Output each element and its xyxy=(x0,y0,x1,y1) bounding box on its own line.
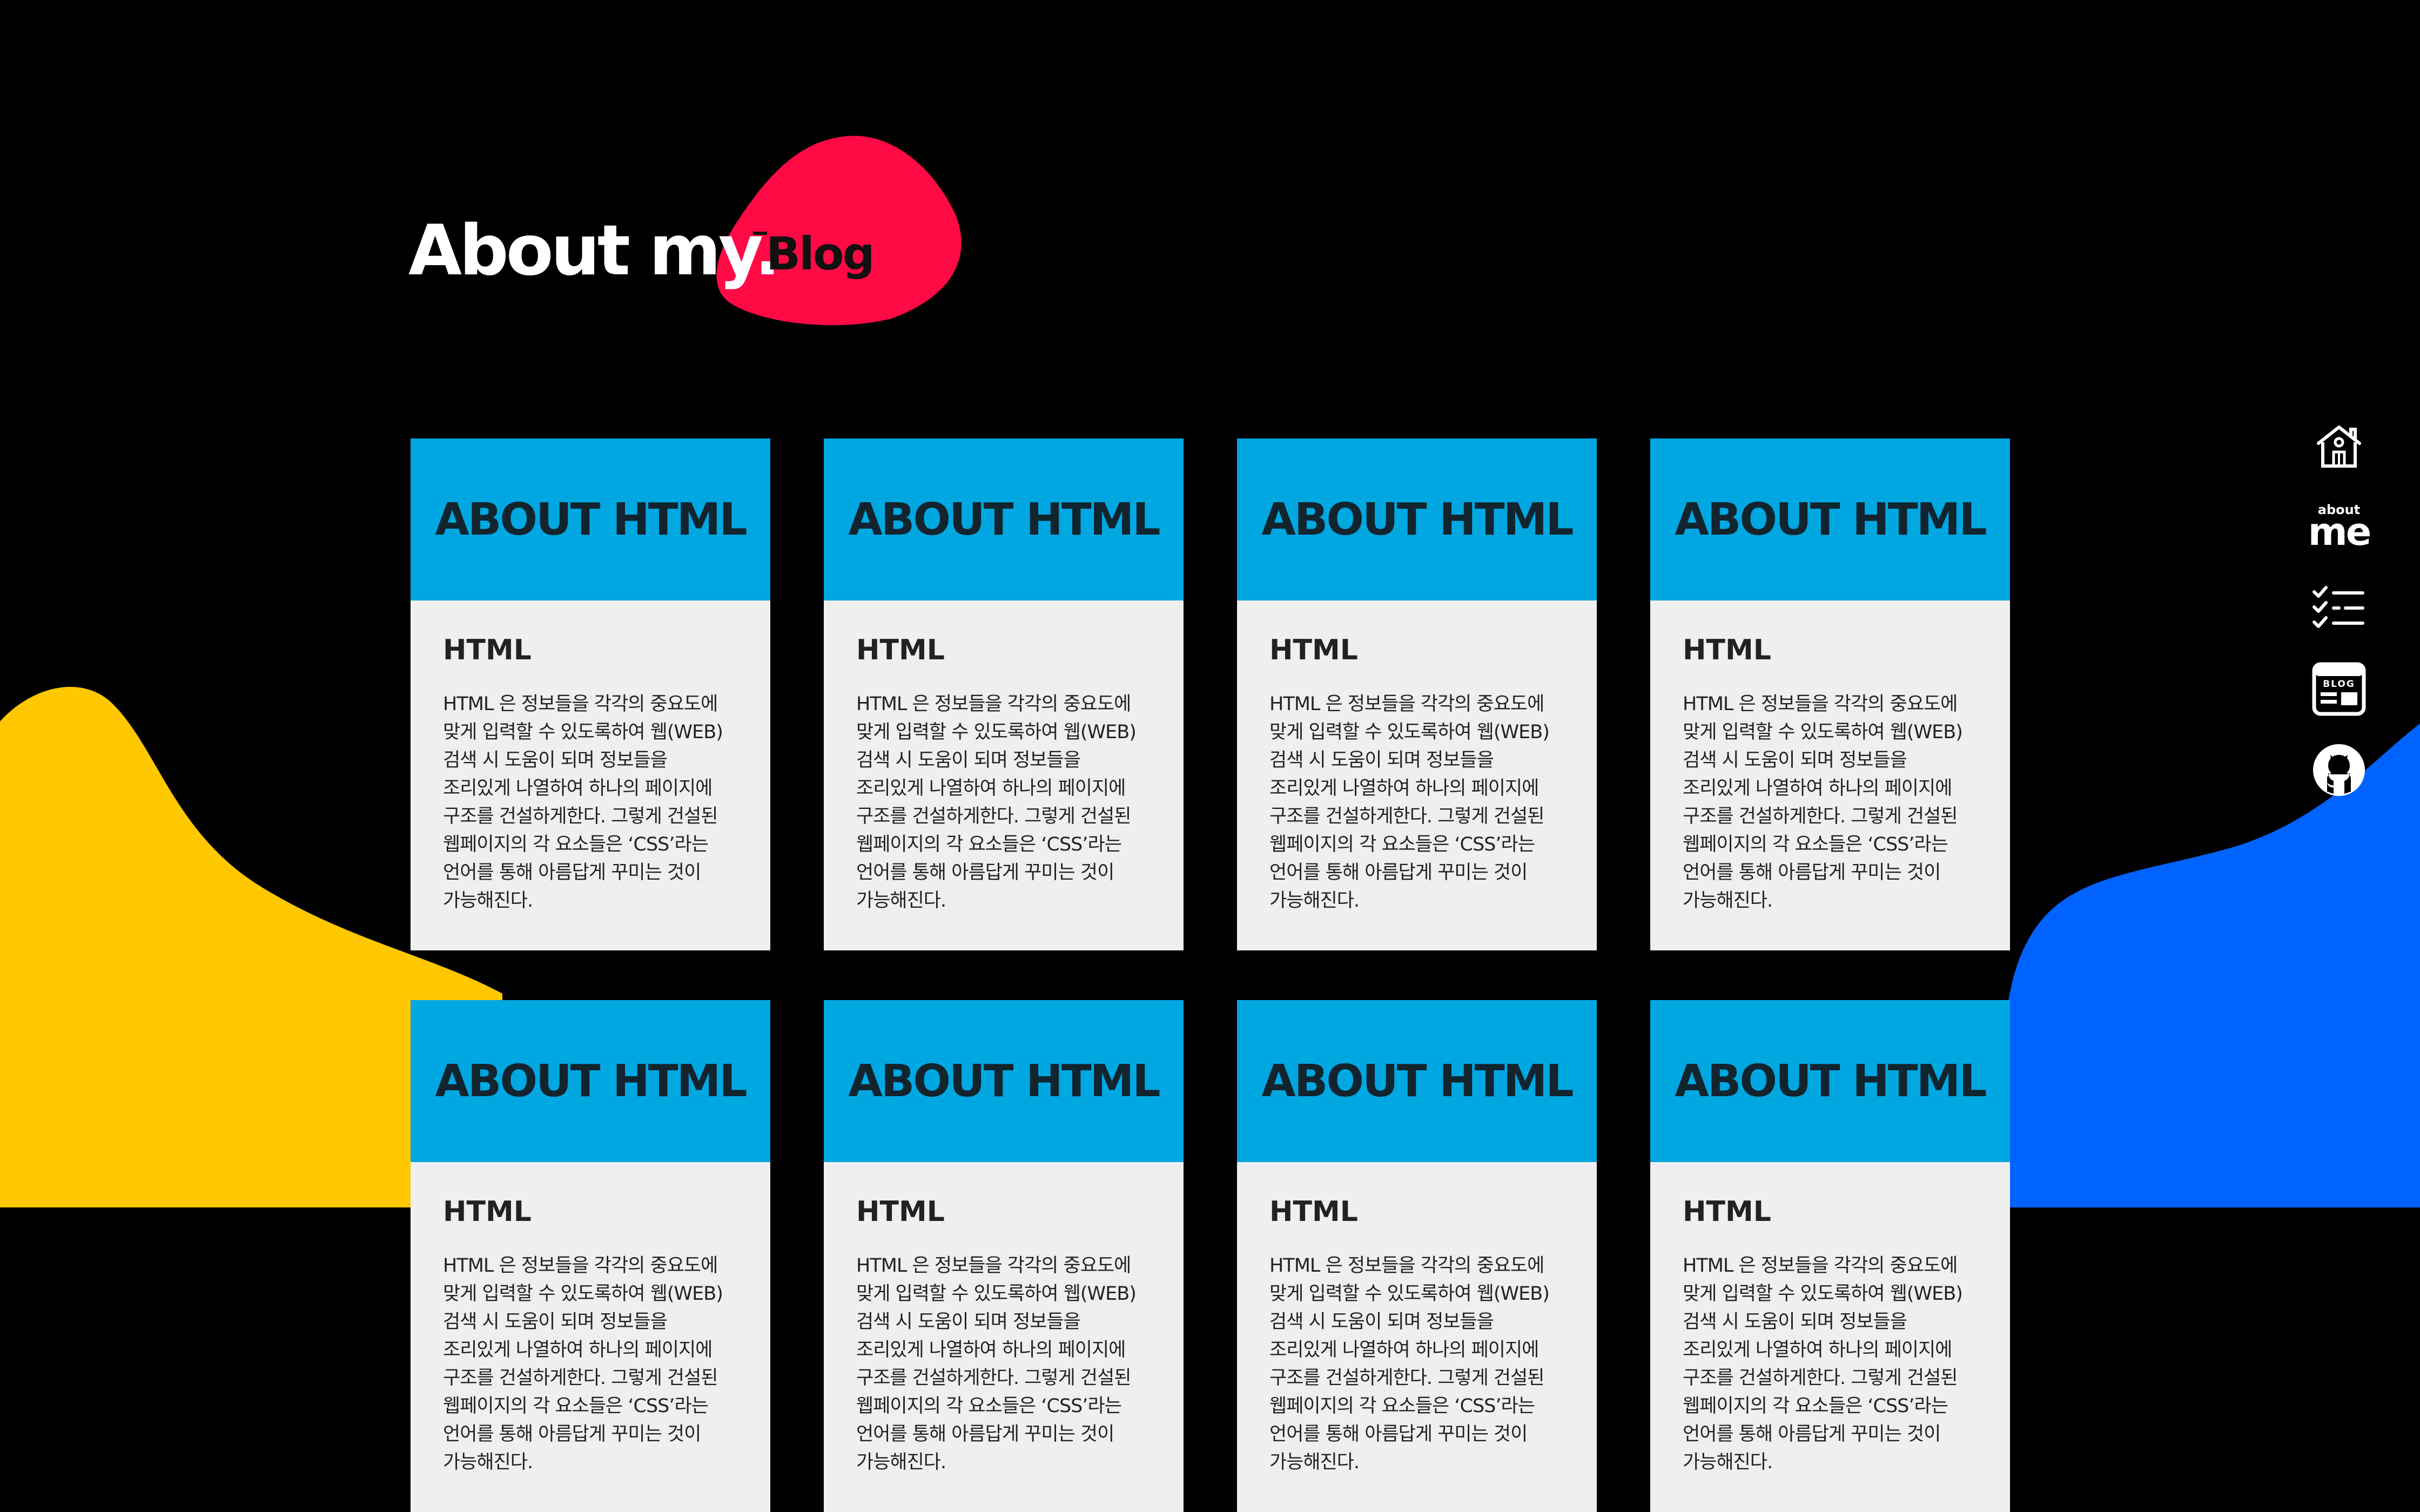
card-header: ABOUT HTML xyxy=(1237,1000,1597,1162)
card-text: HTML 은 정보들을 각각의 중요도에 맞게 입력할 수 있도록하여 웹(WE… xyxy=(856,1255,1137,1473)
card-body: HTML HTML 은 정보들을 각각의 중요도에 맞게 입력할 수 있도록하여… xyxy=(824,600,1184,915)
card-heading: ABOUT HTML xyxy=(1675,494,1987,545)
card-heading: ABOUT HTML xyxy=(435,1055,747,1107)
card-body: HTML HTML 은 정보들을 각각의 중요도에 맞게 입력할 수 있도록하여… xyxy=(1650,600,2010,915)
card-body: HTML HTML 은 정보들을 각각의 중요도에 맞게 입력할 수 있도록하여… xyxy=(1237,1162,1597,1476)
card-body: HTML HTML 은 정보들을 각각의 중요도에 맞게 입력할 수 있도록하여… xyxy=(411,1162,770,1476)
card-text: HTML 은 정보들을 각각의 중요도에 맞게 입력할 수 있도록하여 웹(WE… xyxy=(856,693,1137,912)
card-subtitle: HTML xyxy=(856,634,945,666)
title-dash-decoration xyxy=(753,232,767,235)
nav-github[interactable] xyxy=(2309,740,2369,800)
card-text: HTML 은 정보들을 각각의 중요도에 맞게 입력할 수 있도록하여 웹(WE… xyxy=(443,1255,723,1473)
card-text: HTML 은 정보들을 각각의 중요도에 맞게 입력할 수 있도록하여 웹(WE… xyxy=(1683,693,1963,912)
card-subtitle: HTML xyxy=(1269,1196,1358,1228)
nav-home[interactable] xyxy=(2309,416,2369,476)
card[interactable]: ABOUT HTML HTML HTML 은 정보들을 각각의 중요도에 맞게 … xyxy=(824,1000,1184,1512)
checklist-icon xyxy=(2313,586,2364,628)
card-heading: ABOUT HTML xyxy=(1261,494,1574,545)
card-body: HTML HTML 은 정보들을 각각의 중요도에 맞게 입력할 수 있도록하여… xyxy=(1237,600,1597,915)
card-subtitle: HTML xyxy=(1683,1196,1771,1228)
card-body: HTML HTML 은 정보들을 각각의 중요도에 맞게 입력할 수 있도록하여… xyxy=(824,1162,1184,1476)
card-body: HTML HTML 은 정보들을 각각의 중요도에 맞게 입력할 수 있도록하여… xyxy=(1650,1162,2010,1476)
card[interactable]: ABOUT HTML HTML HTML 은 정보들을 각각의 중요도에 맞게 … xyxy=(1650,1000,2010,1512)
about-me-icon-main-text: me xyxy=(2308,510,2371,554)
card-header: ABOUT HTML xyxy=(1237,438,1597,600)
nav-blog[interactable]: BLOG xyxy=(2309,659,2369,719)
card-body: HTML HTML 은 정보들을 각각의 중요도에 맞게 입력할 수 있도록하여… xyxy=(411,600,770,915)
card-header: ABOUT HTML xyxy=(411,1000,770,1162)
blog-icon-label: BLOG xyxy=(2323,679,2355,690)
card-header: ABOUT HTML xyxy=(411,438,770,600)
card-subtitle: HTML xyxy=(856,1196,945,1228)
card-header: ABOUT HTML xyxy=(1650,1000,2010,1162)
page-title-main: About my. xyxy=(408,211,781,291)
page-title-sub: Blog xyxy=(766,227,875,280)
card-heading: ABOUT HTML xyxy=(1261,1055,1574,1107)
card-header: ABOUT HTML xyxy=(824,438,1184,600)
card[interactable]: ABOUT HTML HTML HTML 은 정보들을 각각의 중요도에 맞게 … xyxy=(1650,438,2010,950)
blog-icon: BLOG xyxy=(2312,662,2366,716)
card-heading: ABOUT HTML xyxy=(1675,1055,1987,1107)
card-grid: ABOUT HTML HTML HTML 은 정보들을 각각의 중요도에 맞게 … xyxy=(411,438,2010,1512)
card[interactable]: ABOUT HTML HTML HTML 은 정보들을 각각의 중요도에 맞게 … xyxy=(1237,438,1597,950)
card-header: ABOUT HTML xyxy=(1650,438,2010,600)
card-header: ABOUT HTML xyxy=(824,1000,1184,1162)
card-text: HTML 은 정보들을 각각의 중요도에 맞게 입력할 수 있도록하여 웹(WE… xyxy=(1269,693,1550,912)
card[interactable]: ABOUT HTML HTML HTML 은 정보들을 각각의 중요도에 맞게 … xyxy=(411,1000,770,1512)
side-navigation: about me BLOG xyxy=(2307,416,2371,800)
card-text: HTML 은 정보들을 각각의 중요도에 맞게 입력할 수 있도록하여 웹(WE… xyxy=(1683,1255,1963,1473)
card-text: HTML 은 정보들을 각각의 중요도에 맞게 입력할 수 있도록하여 웹(WE… xyxy=(1269,1255,1550,1473)
card-heading: ABOUT HTML xyxy=(848,494,1160,545)
home-icon xyxy=(2317,426,2361,468)
card-heading: ABOUT HTML xyxy=(848,1055,1160,1107)
card[interactable]: ABOUT HTML HTML HTML 은 정보들을 각각의 중요도에 맞게 … xyxy=(1237,1000,1597,1512)
card-text: HTML 은 정보들을 각각의 중요도에 맞게 입력할 수 있도록하여 웹(WE… xyxy=(443,693,723,912)
card-heading: ABOUT HTML xyxy=(435,494,747,545)
card-subtitle: HTML xyxy=(443,634,532,666)
github-icon xyxy=(2313,744,2365,796)
card-subtitle: HTML xyxy=(1683,634,1771,666)
nav-about-me[interactable]: about me xyxy=(2308,497,2371,557)
card-subtitle: HTML xyxy=(1269,634,1358,666)
card-subtitle: HTML xyxy=(443,1196,532,1228)
card[interactable]: ABOUT HTML HTML HTML 은 정보들을 각각의 중요도에 맞게 … xyxy=(411,438,770,950)
about-me-icon: about me xyxy=(2308,503,2371,554)
card[interactable]: ABOUT HTML HTML HTML 은 정보들을 각각의 중요도에 맞게 … xyxy=(824,438,1184,950)
nav-todo[interactable] xyxy=(2309,578,2369,638)
